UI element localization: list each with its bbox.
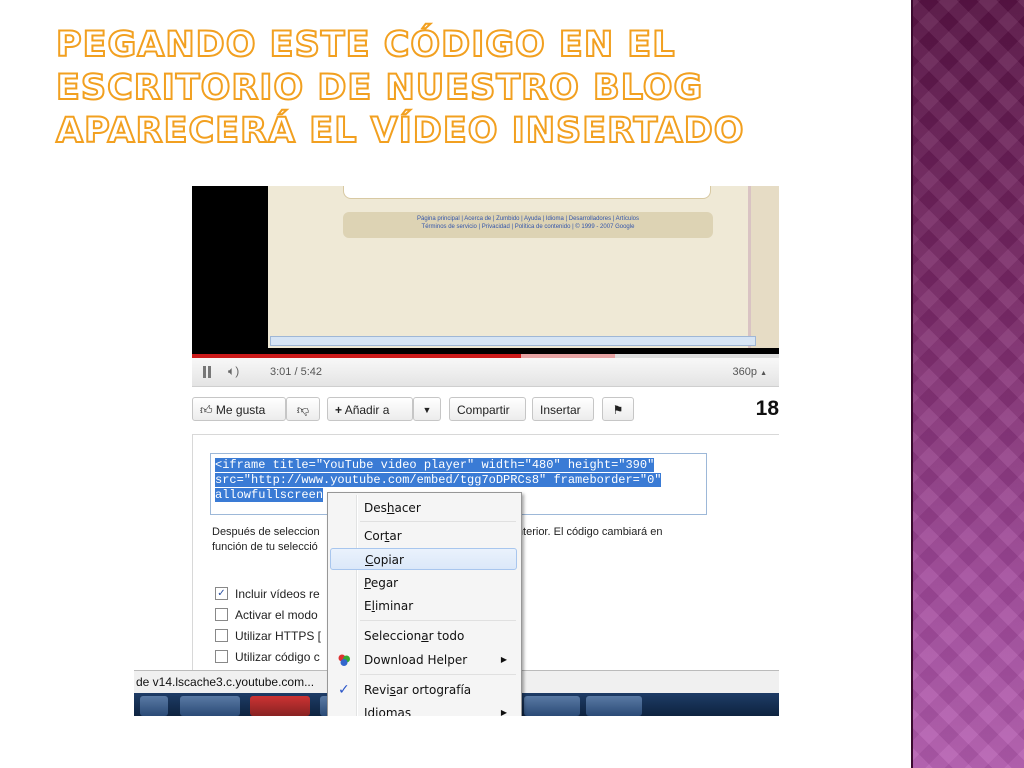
menu-text: Revi (364, 683, 390, 697)
thumbs-down-icon: 👎︎ (296, 403, 310, 417)
menu-item-select-all[interactable]: Seleccionar todo (330, 625, 517, 647)
checkbox[interactable] (215, 650, 228, 663)
embed-options: ✓ Incluir vídeos re Activar el modo Utili… (215, 583, 321, 667)
add-to-label: Añadir a (344, 403, 390, 417)
menu-text: Seleccion (364, 629, 422, 643)
like-button[interactable]: 👍︎ Me gusta (192, 397, 286, 421)
desc-part-b: n anterior. El código cambiará en (501, 526, 663, 538)
menu-item-download-helper[interactable]: Download Helper ▶ (330, 649, 517, 671)
menu-text: Des (364, 501, 387, 515)
checkbox-checked[interactable]: ✓ (215, 587, 228, 600)
menu-text: r todo (428, 629, 465, 643)
action-bar: 👍︎ Me gusta 👎︎ + Añadir a ▼ Compartir In… (192, 397, 779, 425)
submenu-arrow-icon: ▶ (500, 708, 507, 716)
option-https[interactable]: Utilizar HTTPS [ (215, 625, 321, 646)
option-include-related[interactable]: ✓ Incluir vídeos re (215, 583, 321, 604)
option-label: Incluir vídeos re (235, 586, 320, 601)
menu-text: iminar (374, 599, 414, 613)
video-frame-content: Página principal | Acerca de | Zumbido |… (268, 186, 779, 348)
horizontal-scrollbar[interactable] (270, 336, 756, 346)
screenshot: Página principal | Acerca de | Zumbido |… (134, 186, 779, 716)
view-count: 18 (755, 397, 779, 420)
menu-accel: a (421, 629, 429, 643)
flag-icon: ⚑ (612, 403, 624, 417)
menu-item-cut[interactable]: Cortar (330, 525, 517, 547)
menu-item-undo[interactable]: Deshacer (330, 497, 517, 519)
context-menu: Deshacer Cortar Copiar Pegar Eliminar Se… (327, 492, 522, 716)
chevron-down-icon: ▼ (422, 405, 432, 415)
option-privacy-mode[interactable]: Activar el modo (215, 604, 321, 625)
add-to-dropdown[interactable]: ▼ (413, 397, 441, 421)
menu-text: acer (394, 501, 421, 515)
menu-item-copy[interactable]: Copiar (330, 548, 517, 570)
menu-separator (360, 674, 516, 675)
download-helper-icon (338, 654, 350, 666)
pause-icon[interactable] (200, 364, 214, 380)
menu-separator (360, 620, 516, 621)
menu-text: ar (389, 529, 402, 543)
quality-label: 360p (732, 366, 757, 378)
menu-item-paste[interactable]: Pegar (330, 572, 517, 594)
menu-item-delete[interactable]: Eliminar (330, 595, 517, 617)
plus-icon: + (335, 403, 343, 417)
embed-button[interactable]: Insertar (532, 397, 594, 421)
embed-code-line1: <iframe title="YouTube video player" wid… (215, 458, 655, 472)
option-label: Utilizar HTTPS [ (235, 628, 322, 643)
chevron-up-icon: ▲ (760, 370, 767, 377)
page-edge (748, 186, 779, 348)
menu-text: E (364, 599, 372, 613)
time-display: 3:01 / 5:42 (270, 366, 322, 378)
menu-text: opiar (373, 553, 404, 567)
menu-text: diomas (367, 706, 412, 716)
taskbar-item-app[interactable] (250, 696, 310, 716)
thumbs-up-icon: 👍︎ (200, 403, 213, 417)
quality-selector[interactable]: 360p ▲ (733, 366, 767, 378)
menu-text: Download Helper (364, 653, 468, 667)
menu-text: Cor (364, 529, 385, 543)
page-card (343, 186, 711, 199)
like-label: Me gusta (215, 403, 266, 417)
add-to-button[interactable]: + Añadir a (327, 397, 413, 421)
dislike-button[interactable]: 👎︎ (286, 397, 320, 421)
page-footer: Página principal | Acerca de | Zumbido |… (343, 212, 713, 238)
flag-button[interactable]: ⚑ (602, 397, 634, 421)
footer-links-line2: Términos de servicio | Privacidad | Polí… (421, 224, 635, 230)
desc-part-a: Después de seleccion (212, 526, 320, 538)
player-controls: 🔈︎) 3:01 / 5:42 360p ▲ (192, 358, 779, 387)
menu-accel: P (364, 576, 371, 590)
taskbar-item-browser[interactable] (180, 696, 240, 716)
menu-item-spellcheck[interactable]: ✓ Revisar ortografía (330, 679, 517, 701)
checkbox[interactable] (215, 629, 228, 642)
option-label: Activar el modo (235, 607, 318, 622)
status-text: de v14.lscache3.c.youtube.com... (136, 675, 315, 689)
menu-separator (360, 521, 516, 522)
volume-icon[interactable]: 🔈︎) (228, 364, 239, 379)
slide-title: Pegando este código en el escritorio de … (55, 24, 745, 152)
checkmark-icon: ✓ (338, 682, 350, 698)
start-button[interactable] (140, 696, 168, 716)
decorative-side-band (913, 0, 1024, 768)
menu-item-languages[interactable]: Idiomas ▶ (330, 702, 517, 716)
embed-code-line3: allowfullscreen (215, 488, 324, 502)
menu-text: egar (370, 576, 399, 590)
video-player[interactable]: Página principal | Acerca de | Zumbido |… (192, 186, 779, 354)
option-label: Utilizar código c (235, 649, 320, 664)
option-old-code[interactable]: Utilizar código c (215, 646, 321, 667)
checkbox[interactable] (215, 608, 228, 621)
embed-code-line2: src="http://www.youtube.com/embed/tgg7oD… (215, 473, 662, 487)
taskbar-item[interactable] (524, 696, 580, 716)
taskbar-item[interactable] (586, 696, 642, 716)
submenu-arrow-icon: ▶ (500, 655, 507, 664)
share-button[interactable]: Compartir (449, 397, 526, 421)
menu-text: ar ortografía (395, 683, 472, 697)
footer-links-line1: Página principal | Acerca de | Zumbido |… (416, 216, 640, 222)
